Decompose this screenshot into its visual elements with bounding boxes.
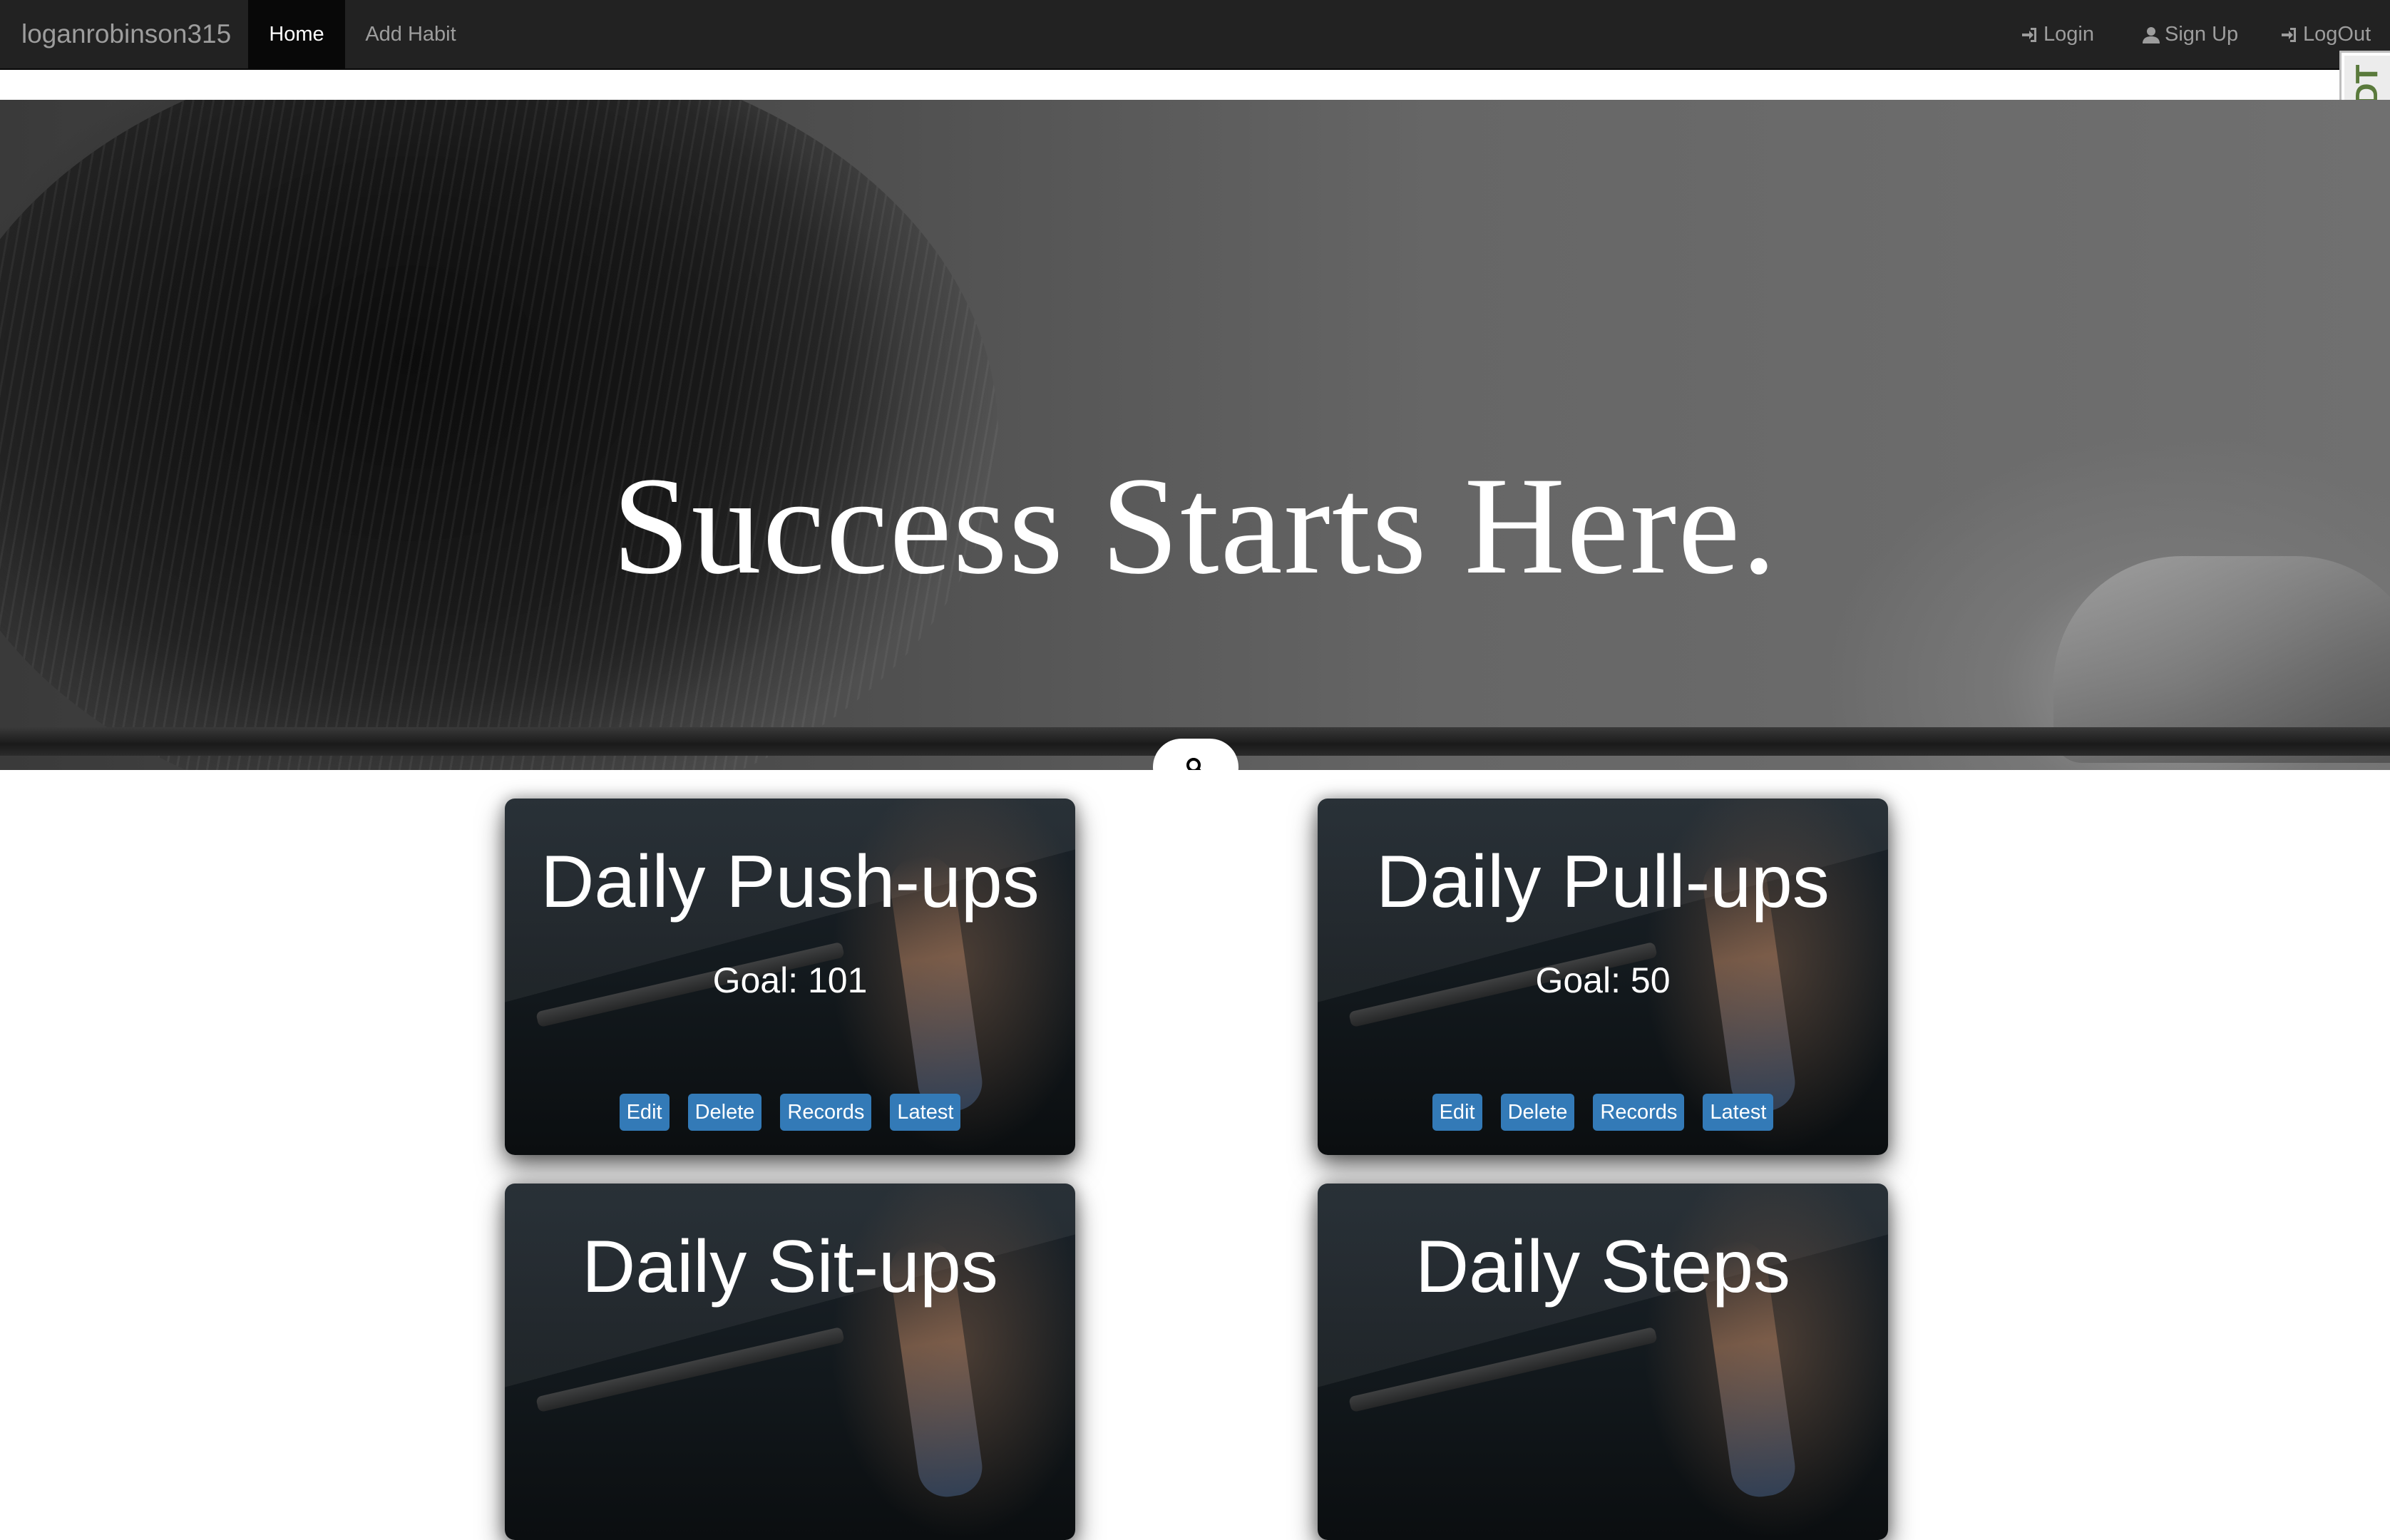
nav-add-habit-link[interactable]: Add Habit [345, 0, 476, 68]
nav-home-link[interactable]: Home [248, 0, 345, 68]
habit-goal: Goal: 101 [712, 960, 868, 1000]
hero-background-figure [0, 100, 998, 770]
habit-title: Daily Pull-ups [1376, 841, 1830, 923]
habit-card: Daily Sit-ups [505, 1184, 1075, 1540]
edit-button[interactable]: Edit [1432, 1094, 1482, 1131]
habit-card: Daily Steps [1318, 1184, 1888, 1540]
records-button[interactable]: Records [1593, 1094, 1685, 1131]
card-background-barbell [1348, 1326, 1658, 1413]
nav-login-link[interactable]: Login [2015, 0, 2100, 68]
hero-banner: Success Starts Here. [0, 100, 2390, 770]
user-icon [2142, 26, 2160, 44]
nav-login-label: Login [2043, 23, 2094, 46]
habit-title: Daily Push-ups [540, 841, 1040, 923]
search-icon [1186, 758, 1201, 770]
edit-button[interactable]: Edit [619, 1094, 670, 1131]
card-background-barbell [535, 1326, 845, 1413]
records-button[interactable]: Records [780, 1094, 872, 1131]
top-navbar: loganrobinson315 Home Add Habit Login Si… [0, 0, 2390, 70]
habit-title: Daily Steps [1415, 1226, 1790, 1308]
login-icon [2280, 26, 2299, 44]
delete-button[interactable]: Delete [687, 1094, 762, 1131]
habit-goal: Goal: 50 [1535, 960, 1671, 1000]
login-icon [2021, 26, 2039, 44]
hero-title: Success Starts Here. [612, 448, 1778, 603]
delete-button[interactable]: Delete [1500, 1094, 1575, 1131]
nav-signup-link[interactable]: Sign Up [2136, 0, 2244, 68]
navbar-brand[interactable]: loganrobinson315 [21, 0, 231, 68]
latest-button[interactable]: Latest [1703, 1094, 1774, 1131]
habit-card: Daily Push-ups Goal: 101 Edit Delete Rec… [505, 799, 1075, 1155]
habit-card: Daily Pull-ups Goal: 50 Edit Delete Reco… [1318, 799, 1888, 1155]
search-button[interactable] [1153, 739, 1238, 770]
habit-actions: Edit Delete Records Latest [1318, 1094, 1888, 1131]
nav-logout-label: LogOut [2303, 23, 2371, 46]
nav-signup-label: Sign Up [2165, 23, 2239, 46]
habit-actions: Edit Delete Records Latest [505, 1094, 1075, 1131]
habit-title: Daily Sit-ups [582, 1226, 998, 1308]
latest-button[interactable]: Latest [890, 1094, 961, 1131]
